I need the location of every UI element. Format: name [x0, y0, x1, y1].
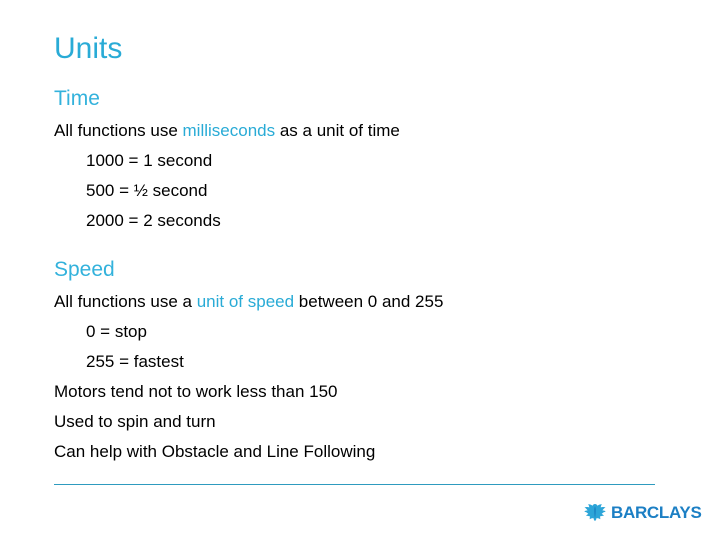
section-speed: Speed All functions use a unit of speed … — [54, 257, 674, 467]
section-heading-time: Time — [54, 87, 100, 110]
line-text-pre: All functions use a — [54, 292, 197, 311]
line-text-pre: All functions use — [54, 121, 183, 140]
slide-body: Time All functions use milliseconds as a… — [54, 86, 674, 467]
body-line: Used to spin and turn — [54, 412, 216, 431]
body-line: 1000 = 1 second — [86, 151, 213, 170]
highlight-milliseconds: milliseconds — [182, 121, 276, 140]
section-time: Time All functions use milliseconds as a… — [54, 86, 674, 236]
footer-divider — [54, 484, 655, 485]
body-line: Can help with Obstacle and Line Followin… — [54, 442, 376, 461]
body-line: All functions use a unit of speed betwee… — [54, 287, 674, 317]
line-text-post: between 0 and 255 — [294, 292, 444, 311]
body-line: 500 = ½ second — [86, 181, 208, 200]
slide: Units Time All functions use millisecond… — [0, 0, 720, 540]
body-line: 2000 = 2 seconds — [86, 211, 221, 230]
body-line: Motors tend not to work less than 150 — [54, 382, 338, 401]
barclays-eagle-icon — [584, 504, 606, 521]
body-line: 255 = fastest — [86, 352, 184, 371]
body-line: 0 = stop — [86, 322, 147, 341]
page-title: Units — [54, 32, 123, 65]
body-line: All functions use milliseconds as a unit… — [54, 116, 674, 146]
brand-logo: BARCLAYS — [584, 503, 702, 522]
highlight-unit-of-speed: unit of speed — [196, 292, 295, 311]
section-heading-speed: Speed — [54, 258, 115, 281]
line-text-post: as a unit of time — [275, 121, 400, 140]
brand-wordmark: BARCLAYS — [611, 503, 702, 522]
